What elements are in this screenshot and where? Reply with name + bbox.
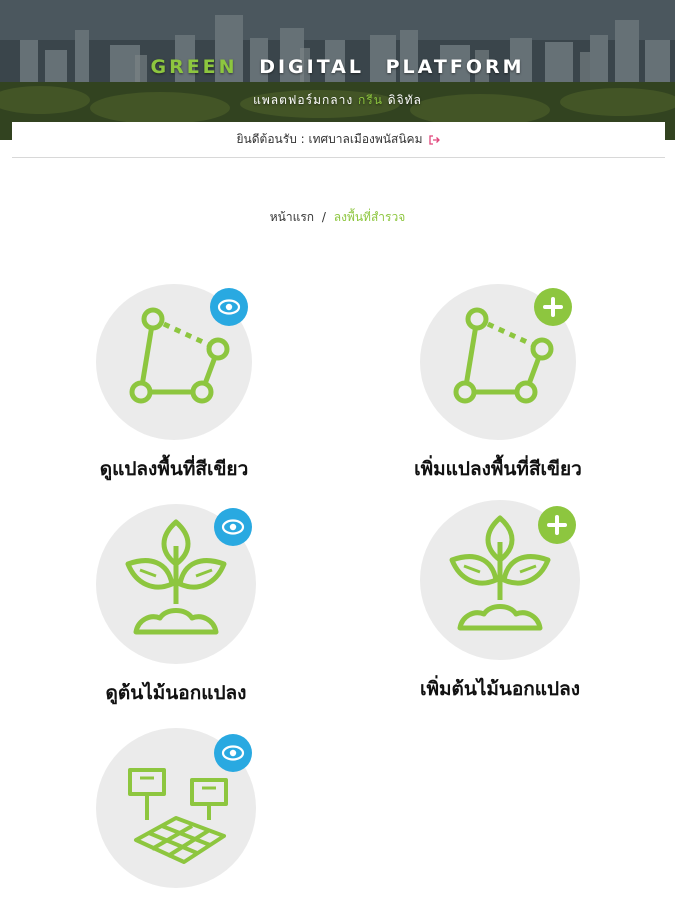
tile-label: เพิ่มแปลงพื้นที่สีเขียว bbox=[414, 458, 582, 480]
eye-icon bbox=[214, 734, 252, 772]
welcome-bar: ยินดีต้อนรับ : เทศบาลเมืองพนัสนิคม bbox=[12, 122, 665, 158]
plus-icon bbox=[538, 506, 576, 544]
plus-icon bbox=[534, 288, 572, 326]
menu-add-green-plot[interactable]: เพิ่มแปลงพื้นที่สีเขียว bbox=[388, 284, 608, 484]
breadcrumb-home[interactable]: หน้าแรก bbox=[270, 210, 314, 224]
brand-title: GREEN DIGITAL PLATFORM bbox=[0, 56, 675, 78]
breadcrumb-current: ลงพื้นที่สำรวจ bbox=[333, 210, 406, 224]
tile-icon-circle bbox=[420, 500, 580, 660]
subtitle-part1: แพลตฟอร์มกลาง bbox=[253, 93, 354, 107]
brand-word-platform: PLATFORM bbox=[385, 56, 525, 78]
breadcrumb: หน้าแรก / ลงพื้นที่สำรวจ bbox=[0, 208, 675, 227]
subtitle-part3: ดิจิทัล bbox=[387, 93, 422, 107]
tile-label: ดูต้นไม้นอกแปลง bbox=[105, 682, 247, 704]
tile-label: เพิ่มต้นไม้นอกแปลง bbox=[419, 678, 581, 700]
breadcrumb-separator: / bbox=[321, 210, 326, 224]
tile-icon-circle bbox=[96, 504, 256, 664]
tile-icon-circle bbox=[96, 284, 252, 440]
menu-add-tree-outside[interactable]: เพิ่มต้นไม้นอกแปลง bbox=[390, 500, 610, 704]
menu-view-tree-outside[interactable]: ดูต้นไม้นอกแปลง bbox=[66, 504, 286, 708]
header-banner: GREEN DIGITAL PLATFORM แพลตฟอร์มกลาง กรี… bbox=[0, 0, 675, 140]
brand-word-green: GREEN bbox=[150, 56, 238, 78]
menu-view-survey-grid[interactable] bbox=[66, 728, 286, 888]
brand-subtitle: แพลตฟอร์มกลาง กรีน ดิจิทัล bbox=[0, 91, 675, 110]
menu-view-green-plot[interactable]: ดูแปลงพื้นที่สีเขียว bbox=[64, 284, 284, 484]
logout-icon[interactable] bbox=[428, 134, 441, 146]
tile-icon-circle bbox=[420, 284, 576, 440]
subtitle-part2: กรีน bbox=[358, 93, 383, 107]
eye-icon bbox=[214, 508, 252, 546]
tile-icon-circle bbox=[96, 728, 256, 888]
eye-icon bbox=[210, 288, 248, 326]
welcome-text: ยินดีต้อนรับ : เทศบาลเมืองพนัสนิคม bbox=[236, 132, 423, 146]
tile-label: ดูแปลงพื้นที่สีเขียว bbox=[99, 458, 249, 480]
brand-word-digital: DIGITAL bbox=[259, 56, 364, 78]
